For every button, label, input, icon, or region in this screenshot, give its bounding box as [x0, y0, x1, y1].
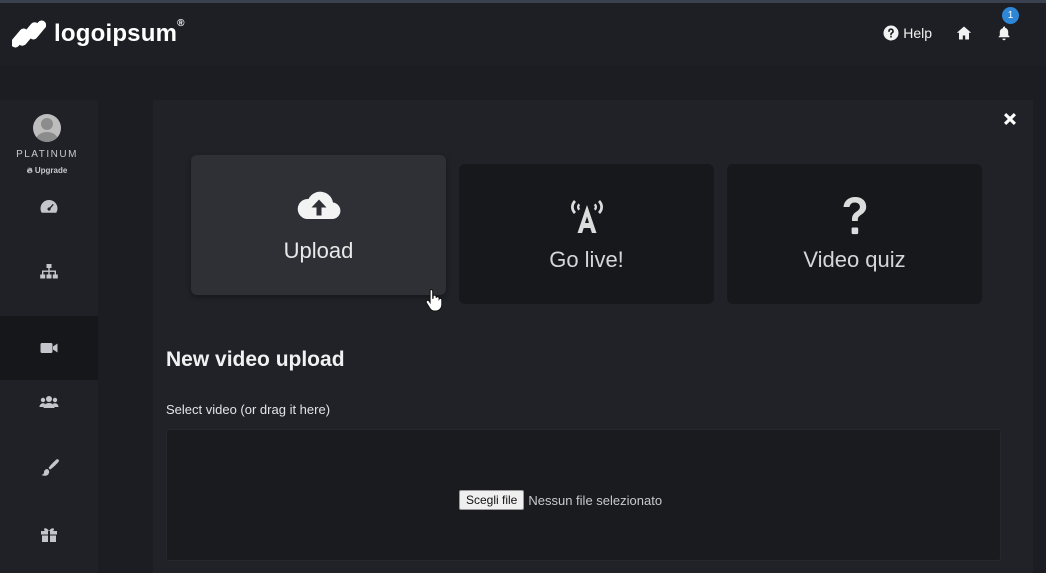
broadcast-icon	[570, 200, 603, 233]
brush-icon	[41, 459, 59, 476]
dashboard-icon	[40, 200, 58, 213]
option-upload-label: Upload	[283, 238, 354, 263]
cloud-upload-icon	[297, 191, 340, 219]
file-status: Nessun file selezionato	[528, 492, 663, 508]
avatar-shoulders	[36, 132, 58, 142]
option-video-quiz-card[interactable]: Video quiz	[727, 164, 982, 304]
sidebar-item-users[interactable]	[0, 370, 98, 434]
sidebar: PLATINUM 🔥︎ Upgrade	[0, 100, 98, 573]
help-link[interactable]: Help	[883, 25, 932, 41]
option-upload-card[interactable]: Upload	[191, 155, 446, 295]
close-button[interactable]	[1001, 110, 1019, 128]
flame-icon: 🔥︎	[26, 166, 33, 175]
users-icon	[39, 396, 59, 408]
top-navbar: logoipsum® Help 1	[0, 3, 1046, 65]
video-dropzone[interactable]: Scegli file Nessun file selezionato	[166, 429, 1001, 561]
file-input: Scegli file Nessun file selezionato	[459, 490, 662, 510]
sidebar-item-dashboard[interactable]	[0, 175, 98, 239]
home-icon[interactable]	[956, 25, 972, 41]
video-camera-icon	[40, 343, 58, 353]
upload-panel: Upload Go live! Video quiz New video upl…	[153, 100, 1033, 573]
upgrade-label: Upgrade	[34, 166, 68, 175]
option-go-live-label: Go live!	[549, 247, 624, 272]
option-video-quiz-label: Video quiz	[803, 247, 906, 272]
question-circle-icon	[883, 25, 899, 41]
notifications-button[interactable]: 1	[996, 7, 1019, 41]
logo[interactable]: logoipsum®	[12, 17, 185, 51]
sidebar-item-rewards[interactable]	[0, 502, 98, 566]
close-icon	[1004, 113, 1016, 125]
choose-file-button[interactable]: Scegli file	[459, 490, 525, 510]
bell-icon	[998, 26, 1010, 41]
option-go-live-card[interactable]: Go live!	[459, 164, 714, 304]
help-label: Help	[903, 25, 932, 41]
sidebar-item-customize[interactable]	[0, 436, 98, 500]
logo-mark-icon	[12, 20, 46, 48]
header-actions: Help 1	[883, 7, 1019, 41]
hand-pointer-icon	[425, 288, 443, 312]
gift-icon	[41, 528, 57, 542]
notification-badge: 1	[1002, 7, 1019, 24]
plan-label: PLATINUM	[16, 149, 78, 160]
sitemap-icon	[40, 264, 58, 279]
section-title: New video upload	[166, 348, 345, 371]
avatar-head	[41, 118, 53, 130]
avatar[interactable]	[33, 114, 61, 142]
registered-mark: ®	[177, 18, 185, 29]
question-icon	[843, 197, 866, 235]
sidebar-item-structure[interactable]	[0, 240, 98, 304]
logo-text: logoipsum®	[54, 18, 185, 47]
select-video-label: Select video (or drag it here)	[166, 402, 331, 417]
